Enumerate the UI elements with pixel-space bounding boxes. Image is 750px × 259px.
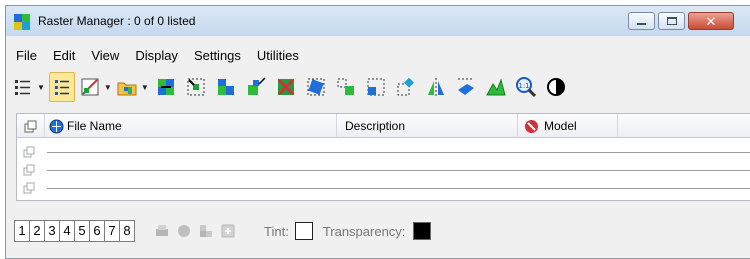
column-description[interactable]: Description bbox=[337, 114, 518, 138]
header-icon-column[interactable] bbox=[17, 114, 45, 138]
column-description-label: Description bbox=[345, 119, 406, 133]
chevron-down-icon: ▼ bbox=[103, 82, 112, 92]
detail-list-button[interactable] bbox=[48, 72, 75, 102]
model-icon bbox=[525, 120, 538, 133]
warp-button[interactable] bbox=[453, 72, 479, 102]
open-folder-dropdown-button[interactable]: ▼ bbox=[116, 72, 149, 102]
view-1-button[interactable]: 1 bbox=[14, 220, 30, 242]
list-header: File Name Description Model bbox=[17, 114, 750, 138]
resize-icon bbox=[247, 77, 266, 95]
column-file-name-label: File Name bbox=[67, 119, 122, 133]
view-3-button[interactable]: 3 bbox=[44, 220, 60, 242]
chart-icon bbox=[485, 78, 506, 96]
toolbar: ▼ ▼ ▼ 1:1 bbox=[6, 69, 750, 105]
chart-button[interactable] bbox=[483, 72, 509, 102]
rotate-icon bbox=[397, 77, 414, 96]
exchange-button[interactable] bbox=[153, 72, 179, 102]
raster-row-icon bbox=[23, 182, 35, 194]
view-2-button[interactable]: 2 bbox=[29, 220, 45, 242]
globe-icon bbox=[49, 119, 64, 134]
transform-icon bbox=[307, 78, 325, 96]
tint-color-swatch[interactable] bbox=[294, 222, 313, 240]
disabled-tools bbox=[154, 223, 236, 239]
mirror-button[interactable] bbox=[423, 72, 449, 102]
transparency-label: Transparency: bbox=[322, 223, 406, 239]
window-title: Raster Manager : 0 of 0 listed bbox=[38, 14, 196, 28]
raster-manager-app-icon bbox=[14, 14, 30, 30]
minimize-button[interactable] bbox=[628, 12, 655, 30]
maximize-icon bbox=[666, 17, 677, 25]
attach-raster-icon bbox=[81, 78, 99, 96]
detach-icon bbox=[277, 78, 294, 96]
menu-edit[interactable]: Edit bbox=[45, 47, 83, 67]
view-5-button[interactable]: 5 bbox=[74, 220, 90, 242]
list-item[interactable] bbox=[17, 178, 750, 198]
column-file-name[interactable]: File Name bbox=[45, 114, 337, 138]
exchange-icon bbox=[157, 79, 174, 95]
list-view-dropdown-button[interactable]: ▼ bbox=[12, 72, 45, 102]
row-divider bbox=[47, 170, 750, 171]
view-4-button[interactable]: 4 bbox=[59, 220, 75, 242]
move-button[interactable] bbox=[333, 72, 359, 102]
zoom-1to1-icon: 1:1 bbox=[515, 77, 536, 98]
raster-row-icon bbox=[23, 164, 35, 176]
layers-icon bbox=[200, 225, 212, 237]
list-item[interactable] bbox=[17, 160, 750, 180]
attach-raster-dropdown-button[interactable]: ▼ bbox=[79, 72, 112, 102]
list-item[interactable] bbox=[17, 142, 750, 162]
menu-utilities[interactable]: Utilities bbox=[249, 47, 307, 67]
mirror-icon bbox=[427, 78, 444, 96]
menu-bar: File Edit View Display Settings Utilitie… bbox=[6, 47, 750, 67]
transform-button[interactable] bbox=[303, 72, 329, 102]
contrast-icon bbox=[546, 78, 565, 96]
raster-list[interactable]: File Name Description Model bbox=[16, 113, 750, 201]
detail-list-icon bbox=[54, 80, 69, 95]
view-8-button[interactable]: 8 bbox=[119, 220, 135, 242]
row-divider bbox=[47, 152, 750, 153]
detach-button[interactable] bbox=[273, 72, 299, 102]
scale-button[interactable] bbox=[363, 72, 389, 102]
minimize-icon bbox=[637, 23, 646, 25]
view-7-button[interactable]: 7 bbox=[104, 220, 120, 242]
raster-manager-window: Raster Manager : 0 of 0 listed ✕ File Ed… bbox=[5, 5, 750, 259]
chevron-down-icon: ▼ bbox=[37, 82, 45, 92]
menu-file[interactable]: File bbox=[6, 47, 45, 67]
warp-icon bbox=[457, 78, 474, 95]
select-raster-button[interactable] bbox=[183, 72, 209, 102]
menu-view[interactable]: View bbox=[83, 47, 127, 67]
view-6-button[interactable]: 6 bbox=[89, 220, 105, 242]
copy-raster-icon bbox=[24, 120, 37, 133]
chevron-down-icon: ▼ bbox=[140, 82, 149, 92]
menu-display[interactable]: Display bbox=[127, 47, 186, 67]
menu-settings[interactable]: Settings bbox=[186, 47, 249, 67]
bottom-bar: 1 2 3 4 5 6 7 8 Tint: Transparency: bbox=[6, 206, 750, 256]
close-button[interactable]: ✕ bbox=[688, 12, 734, 30]
scale-icon bbox=[367, 78, 385, 96]
resize-button[interactable] bbox=[243, 72, 269, 102]
open-folder-icon bbox=[117, 82, 137, 96]
svg-text:1:1: 1:1 bbox=[518, 82, 529, 90]
contrast-button[interactable] bbox=[543, 72, 569, 102]
title-bar[interactable]: Raster Manager : 0 of 0 listed ✕ bbox=[6, 6, 750, 36]
frame-icon bbox=[221, 224, 235, 238]
column-model-label: Model bbox=[544, 119, 577, 133]
select-icon bbox=[187, 78, 205, 96]
print-icon bbox=[156, 225, 168, 236]
row-divider bbox=[47, 188, 750, 189]
close-icon: ✕ bbox=[705, 13, 717, 29]
transparency-color-swatch[interactable] bbox=[413, 222, 432, 240]
list-view-icon bbox=[15, 80, 30, 95]
sphere-icon bbox=[178, 225, 190, 237]
tint-label: Tint: bbox=[264, 223, 289, 239]
zoom-1to1-button[interactable]: 1:1 bbox=[513, 72, 539, 102]
column-model[interactable]: Model bbox=[518, 114, 618, 138]
grid-button[interactable] bbox=[213, 72, 239, 102]
column-filler bbox=[618, 114, 750, 138]
raster-row-icon bbox=[23, 146, 35, 158]
move-icon bbox=[337, 78, 354, 95]
rotate-button[interactable] bbox=[393, 72, 419, 102]
maximize-button[interactable] bbox=[658, 12, 685, 30]
grid-icon bbox=[217, 79, 234, 95]
